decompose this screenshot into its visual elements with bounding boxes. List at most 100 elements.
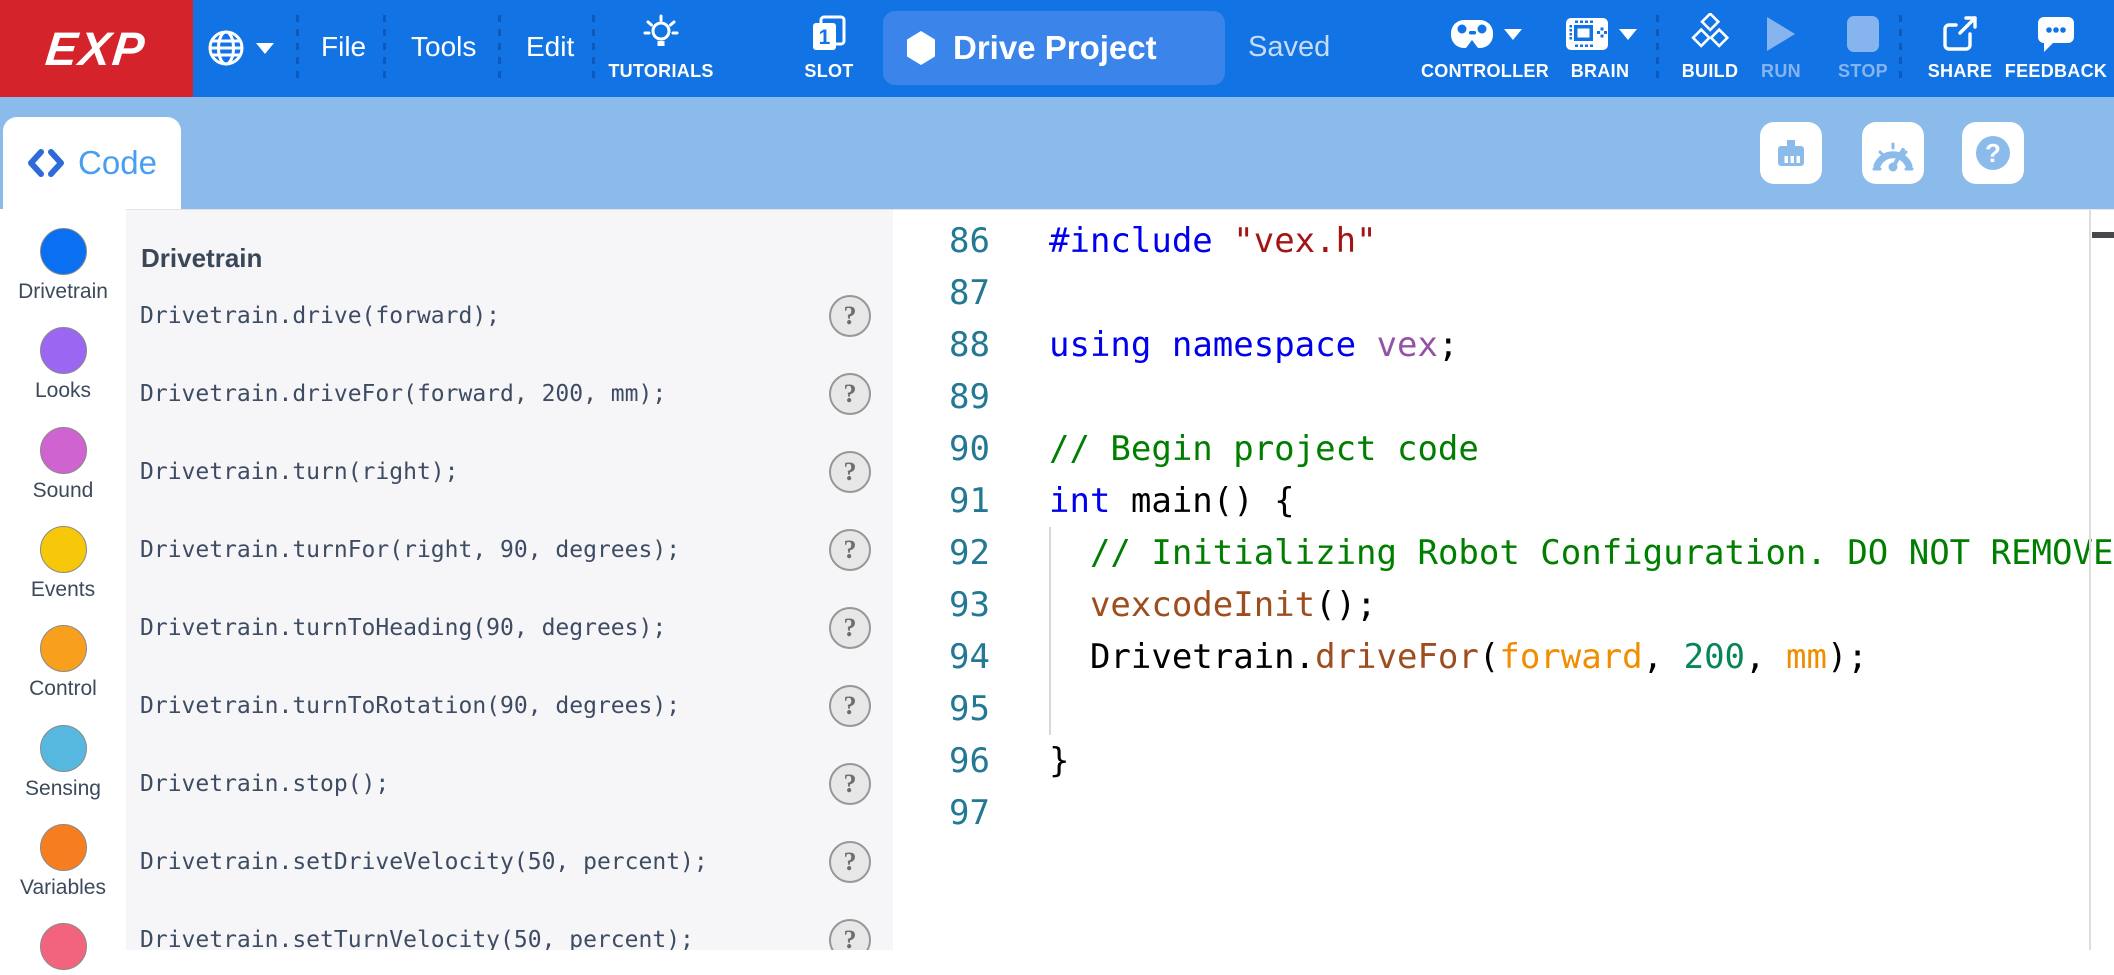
- sidebar-item-control[interactable]: Control: [0, 625, 126, 701]
- command-help-button[interactable]: ?: [829, 685, 871, 727]
- code-text: Drivetrain.driveFor(forward, 200, mm);: [990, 637, 1868, 677]
- command-row[interactable]: Drivetrain.setDriveVelocity(50, percent)…: [126, 823, 893, 901]
- save-status: Saved: [1248, 31, 1330, 64]
- command-help-button[interactable]: ?: [829, 607, 871, 649]
- sidebar-item-label: Control: [0, 677, 126, 701]
- category-circle-icon[interactable]: [40, 625, 87, 672]
- command-text[interactable]: Drivetrain.stop();: [140, 771, 389, 797]
- tutorials-button[interactable]: TUTORIALS: [608, 0, 714, 97]
- device-info-button[interactable]: [1760, 122, 1822, 184]
- overview-ruler-marker: [2092, 232, 2114, 238]
- sidebar-item-variables[interactable]: Variables: [0, 824, 126, 900]
- hexagon-icon: [905, 30, 937, 66]
- category-circle-icon[interactable]: [40, 327, 87, 374]
- code-line: 87: [893, 267, 2114, 319]
- code-line: 97: [893, 787, 2114, 839]
- command-row[interactable]: Drivetrain.setTurnVelocity(50, percent);…: [126, 901, 893, 950]
- toolbar-divider: [498, 15, 501, 81]
- toolbar-divider: [592, 15, 595, 81]
- sidebar-item-looks[interactable]: Looks: [0, 327, 126, 403]
- command-panel: Drivetrain Drivetrain.drive(forward);?Dr…: [126, 209, 893, 950]
- dashboard-icon: [1870, 130, 1916, 176]
- code-line: 90// Begin project code: [893, 423, 2114, 475]
- command-row[interactable]: Drivetrain.turnToHeading(90, degrees);?: [126, 589, 893, 667]
- dropdown-caret-icon: [256, 43, 274, 54]
- command-row[interactable]: Drivetrain.driveFor(forward, 200, mm);?: [126, 355, 893, 433]
- command-text[interactable]: Drivetrain.turnFor(right, 90, degrees);: [140, 537, 680, 563]
- slot-number: 1: [819, 26, 831, 49]
- help-button[interactable]: ?: [1962, 122, 2024, 184]
- tab-code[interactable]: Code: [3, 117, 181, 209]
- sidebar-item-label: Looks: [0, 379, 126, 403]
- command-help-button[interactable]: ?: [829, 295, 871, 337]
- run-button[interactable]: RUN: [1754, 0, 1808, 97]
- column-ruler: [2089, 210, 2091, 950]
- feedback-button[interactable]: FEEDBACK: [2008, 0, 2104, 97]
- command-text[interactable]: Drivetrain.turn(right);: [140, 459, 459, 485]
- command-row[interactable]: Drivetrain.stop();?: [126, 745, 893, 823]
- language-menu[interactable]: [206, 28, 274, 68]
- stop-label: STOP: [1838, 61, 1888, 82]
- dashboard-button[interactable]: [1862, 122, 1924, 184]
- code-text: #include "vex.h": [990, 221, 1377, 261]
- code-line: 86#include "vex.h": [893, 215, 2114, 267]
- command-help-button[interactable]: ?: [829, 529, 871, 571]
- menu-file[interactable]: File: [321, 31, 366, 63]
- sidebar-item-events[interactable]: Events: [0, 526, 126, 602]
- toolbar-divider: [1656, 15, 1659, 81]
- dropdown-caret-icon: [1619, 29, 1637, 40]
- code-line: 89: [893, 371, 2114, 423]
- line-number: 93: [893, 585, 990, 625]
- command-text[interactable]: Drivetrain.setDriveVelocity(50, percent)…: [140, 849, 708, 875]
- slot-icon: 1: [808, 14, 850, 54]
- build-icon: [1689, 13, 1731, 55]
- command-list: Drivetrain.drive(forward);?Drivetrain.dr…: [126, 277, 893, 950]
- stop-button[interactable]: STOP: [1834, 0, 1892, 97]
- command-category-header: Drivetrain: [141, 243, 893, 274]
- project-name-button[interactable]: Drive Project: [883, 11, 1225, 85]
- sidebar-item-sensing[interactable]: Sensing: [0, 725, 126, 801]
- command-text[interactable]: Drivetrain.drive(forward);: [140, 303, 500, 329]
- command-row[interactable]: Drivetrain.turnToRotation(90, degrees);?: [126, 667, 893, 745]
- share-icon: [1940, 14, 1980, 54]
- controller-button[interactable]: CONTROLLER: [1428, 0, 1542, 97]
- command-text[interactable]: Drivetrain.setTurnVelocity(50, percent);: [140, 927, 694, 950]
- command-help-button[interactable]: ?: [829, 763, 871, 805]
- command-help-button[interactable]: ?: [829, 373, 871, 415]
- code-text: // Begin project code: [990, 429, 1479, 469]
- lightbulb-icon: [642, 14, 680, 54]
- category-circle-icon[interactable]: [40, 228, 87, 275]
- command-text[interactable]: Drivetrain.turnToRotation(90, degrees);: [140, 693, 680, 719]
- exp-logo-text: EXP: [44, 21, 150, 76]
- command-help-button[interactable]: ?: [829, 919, 871, 950]
- command-text[interactable]: Drivetrain.turnToHeading(90, degrees);: [140, 615, 666, 641]
- build-button[interactable]: BUILD: [1678, 0, 1742, 97]
- category-circle-icon[interactable]: [40, 427, 87, 474]
- category-circle-icon[interactable]: [40, 824, 87, 871]
- code-editor[interactable]: 86#include "vex.h"8788using namespace ve…: [893, 209, 2114, 950]
- code-line: 94 Drivetrain.driveFor(forward, 200, mm)…: [893, 631, 2114, 683]
- brain-button[interactable]: BRAIN: [1556, 0, 1644, 97]
- command-text[interactable]: Drivetrain.driveFor(forward, 200, mm);: [140, 381, 666, 407]
- category-circle-icon[interactable]: [40, 526, 87, 573]
- sidebar-item-drivetrain[interactable]: Drivetrain: [0, 228, 126, 304]
- command-help-button[interactable]: ?: [829, 451, 871, 493]
- command-row[interactable]: Drivetrain.turnFor(right, 90, degrees);?: [126, 511, 893, 589]
- project-name: Drive Project: [953, 29, 1157, 67]
- category-circle-icon[interactable]: [40, 923, 87, 970]
- line-number: 96: [893, 741, 990, 781]
- toolbar-divider: [383, 15, 386, 81]
- command-row[interactable]: Drivetrain.drive(forward);?: [126, 277, 893, 355]
- line-number: 92: [893, 533, 990, 573]
- slot-button[interactable]: 1 SLOT: [794, 0, 864, 97]
- menu-edit[interactable]: Edit: [526, 31, 574, 63]
- command-help-button[interactable]: ?: [829, 841, 871, 883]
- share-button[interactable]: SHARE: [1928, 0, 1992, 97]
- command-row[interactable]: Drivetrain.turn(right);?: [126, 433, 893, 511]
- line-number: 87: [893, 273, 990, 313]
- sidebar-item-extra[interactable]: [0, 923, 126, 975]
- category-circle-icon[interactable]: [40, 725, 87, 772]
- sidebar-item-sound[interactable]: Sound: [0, 427, 126, 503]
- menu-tools[interactable]: Tools: [411, 31, 476, 63]
- sidebar: Drivetrain Looks Sound Events Control Sensing…: [0, 209, 126, 950]
